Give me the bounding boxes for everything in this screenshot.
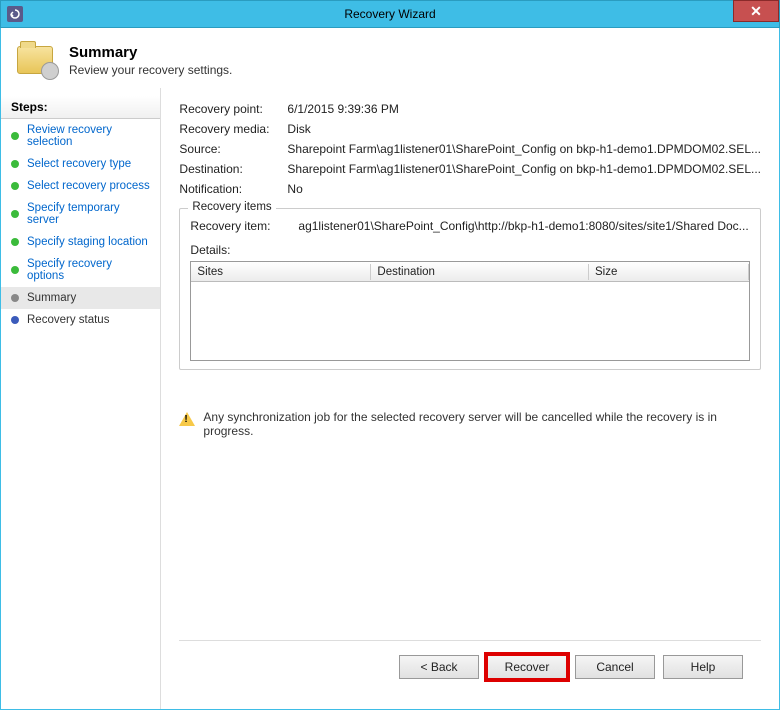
step-select-recovery-process[interactable]: Select recovery process xyxy=(1,175,160,197)
steps-sidebar: Steps: Review recovery selection Select r… xyxy=(1,88,161,709)
step-bullet-icon xyxy=(11,182,19,190)
titlebar[interactable]: Recovery Wizard ✕ xyxy=(0,0,780,28)
warning-icon xyxy=(179,412,195,426)
details-label: Details: xyxy=(190,243,750,257)
help-button[interactable]: Help xyxy=(663,655,743,679)
recovery-media-label: Recovery media: xyxy=(179,122,287,136)
destination-label: Destination: xyxy=(179,162,287,176)
page-subtitle: Review your recovery settings. xyxy=(69,63,232,77)
step-summary: Summary xyxy=(1,287,160,309)
step-label: Review recovery selection xyxy=(27,124,150,148)
step-label: Summary xyxy=(27,292,76,304)
destination-value: Sharepoint Farm\ag1listener01\SharePoint… xyxy=(287,162,761,176)
summary-panel: Recovery point:6/1/2015 9:39:36 PM Recov… xyxy=(161,88,779,709)
steps-title: Steps: xyxy=(1,96,160,119)
step-label: Select recovery process xyxy=(27,180,150,192)
button-bar: < Back Recover Cancel Help xyxy=(179,640,761,699)
close-button[interactable]: ✕ xyxy=(733,0,779,22)
recover-button[interactable]: Recover xyxy=(487,655,567,679)
step-bullet-icon xyxy=(11,266,19,274)
step-bullet-icon xyxy=(11,316,19,324)
column-size[interactable]: Size xyxy=(589,264,749,280)
step-bullet-icon xyxy=(11,294,19,302)
step-label: Specify temporary server xyxy=(27,202,150,226)
recovery-point-label: Recovery point: xyxy=(179,102,287,116)
page-title: Summary xyxy=(69,44,232,61)
recovery-item-label: Recovery item: xyxy=(190,219,298,233)
recovery-media-value: Disk xyxy=(287,122,761,136)
source-label: Source: xyxy=(179,142,287,156)
column-destination[interactable]: Destination xyxy=(371,264,589,280)
step-specify-staging-location[interactable]: Specify staging location xyxy=(1,231,160,253)
notification-value: No xyxy=(287,182,761,196)
recovery-items-group: Recovery items Recovery item:ag1listener… xyxy=(179,208,761,370)
summary-icon xyxy=(15,40,59,80)
step-label: Specify recovery options xyxy=(27,258,150,282)
step-specify-recovery-options[interactable]: Specify recovery options xyxy=(1,253,160,287)
step-recovery-status: Recovery status xyxy=(1,309,160,331)
step-label: Specify staging location xyxy=(27,236,148,248)
warning-text: Any synchronization job for the selected… xyxy=(203,410,761,438)
window-title: Recovery Wizard xyxy=(1,7,779,21)
recovery-items-title: Recovery items xyxy=(188,201,275,213)
step-select-recovery-type[interactable]: Select recovery type xyxy=(1,153,160,175)
recovery-point-value: 6/1/2015 9:39:36 PM xyxy=(287,102,761,116)
column-sites[interactable]: Sites xyxy=(191,264,371,280)
recovery-item-value: ag1listener01\SharePoint_Config\http://b… xyxy=(298,219,750,233)
step-label: Recovery status xyxy=(27,314,109,326)
step-review-recovery-selection[interactable]: Review recovery selection xyxy=(1,119,160,153)
step-bullet-icon xyxy=(11,238,19,246)
step-bullet-icon xyxy=(11,160,19,168)
cancel-button[interactable]: Cancel xyxy=(575,655,655,679)
step-label: Select recovery type xyxy=(27,158,131,170)
warning-message: Any synchronization job for the selected… xyxy=(179,410,761,438)
wizard-header: Summary Review your recovery settings. xyxy=(1,28,779,88)
step-specify-temporary-server[interactable]: Specify temporary server xyxy=(1,197,160,231)
source-value: Sharepoint Farm\ag1listener01\SharePoint… xyxy=(287,142,761,156)
back-button[interactable]: < Back xyxy=(399,655,479,679)
notification-label: Notification: xyxy=(179,182,287,196)
step-bullet-icon xyxy=(11,210,19,218)
details-table[interactable]: Sites Destination Size xyxy=(190,261,750,361)
step-bullet-icon xyxy=(11,132,19,140)
